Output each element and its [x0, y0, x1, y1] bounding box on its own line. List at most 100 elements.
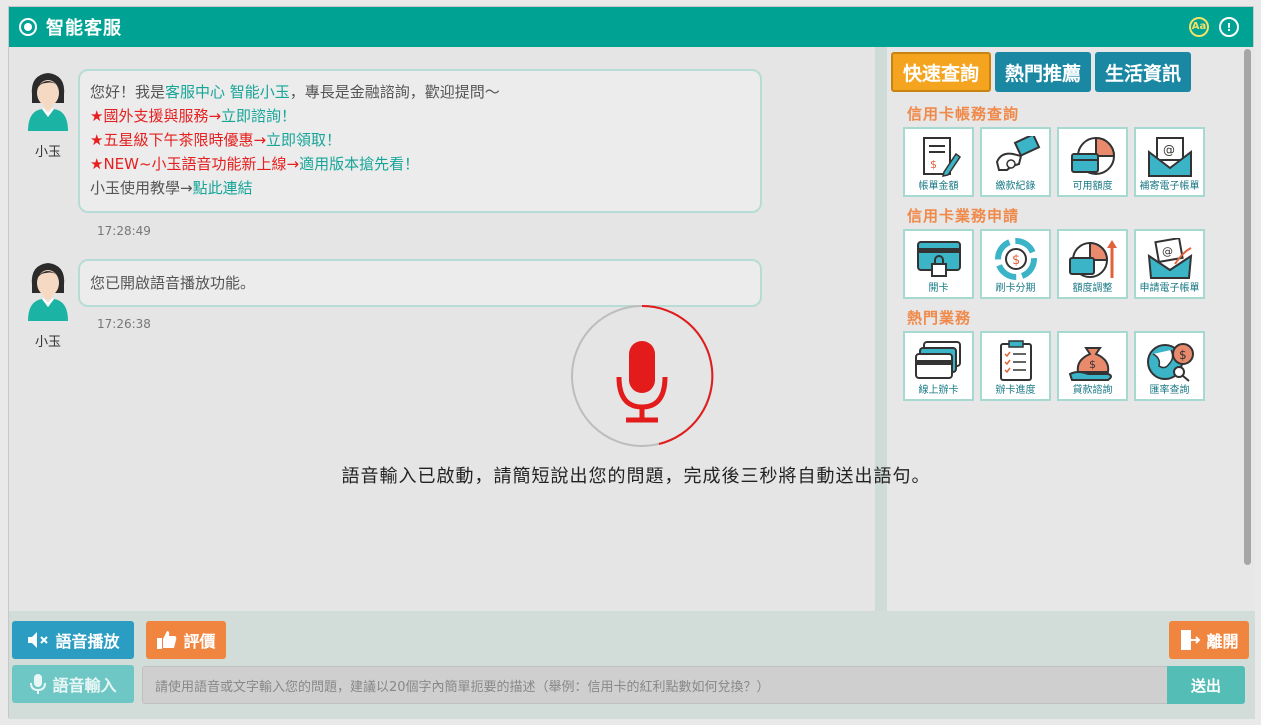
- message-bubble: 您好！我是客服中心 智能小玉，專長是金融諮詢，歡迎提問～ ★國外支援與服務→立即…: [78, 69, 762, 213]
- microphone-icon: [571, 304, 714, 447]
- card-lock-icon: [916, 241, 961, 277]
- svg-text:$: $: [1179, 348, 1187, 362]
- avatar-icon: [28, 73, 68, 131]
- voice-play-button[interactable]: 語音播放: [12, 621, 134, 659]
- svg-text:$: $: [1089, 358, 1096, 371]
- tile-label: 刷卡分期: [995, 283, 1036, 294]
- tile-label: 補寄電子帳單: [1139, 181, 1200, 192]
- promo-link[interactable]: 立即諮詢！: [221, 107, 296, 125]
- svg-text:@: @: [1163, 143, 1175, 157]
- promo-arrow: →: [208, 107, 222, 125]
- installment-icon: $: [994, 238, 1037, 280]
- promo-text: ★五星級下午茶限時優惠: [90, 131, 254, 149]
- bot-avatar: 小玉: [23, 259, 73, 350]
- promo-link[interactable]: 適用版本搶先看！: [299, 155, 419, 173]
- tile-label: 帳單金額: [918, 181, 959, 192]
- tile-label: 可用額度: [1072, 181, 1113, 192]
- email-icon: @: [1147, 137, 1192, 177]
- leave-button[interactable]: 離開: [1169, 621, 1249, 659]
- tile-label: 開卡: [928, 283, 949, 294]
- tile-label: 線上辦卡: [918, 385, 959, 396]
- tile-available-credit[interactable]: 可用額度: [1057, 127, 1128, 197]
- tile-grid: 線上辦卡 辦卡進度 $ 貸款諮詢 $ 匯率查詢: [903, 331, 1205, 401]
- section-title: 信用卡帳務查詢: [907, 105, 1020, 123]
- voice-input-label: 語音輸入: [52, 676, 117, 695]
- thumbs-up-icon: [156, 630, 178, 650]
- avatar-icon: [28, 263, 68, 321]
- svg-text:$: $: [1012, 253, 1020, 268]
- tile-label: 辦卡進度: [995, 385, 1036, 396]
- tile-label: 額度調整: [1072, 283, 1113, 294]
- record-icon: [19, 18, 37, 36]
- chat-area: 小玉 您好！我是客服中心 智能小玉，專長是金融諮詢，歡迎提問～ ★國外支援與服務…: [9, 47, 875, 611]
- promo-link[interactable]: 立即領取！: [266, 131, 341, 149]
- tile-label: 貸款諮詢: [1072, 385, 1113, 396]
- tutorial-line: 小玉使用教學→點此連結: [90, 176, 750, 200]
- chat-message: 小玉 您好！我是客服中心 智能小玉，專長是金融諮詢，歡迎提問～ ★國外支援與服務…: [23, 69, 762, 213]
- greeting-line: 您好！我是客服中心 智能小玉，專長是金融諮詢，歡迎提問～: [90, 80, 750, 104]
- tile-label: 繳款紀錄: [995, 181, 1036, 192]
- quick-tabs: 快速查詢 熱門推薦 生活資訊: [891, 52, 1192, 92]
- credit-pie-icon: [1070, 136, 1115, 175]
- bottom-bar: 語音播放 評價 離開 語音輸入 請使用語音或文字輸入您的問題，建議以20個字內簡…: [9, 611, 1255, 719]
- section-title: 信用卡業務申請: [907, 207, 1020, 225]
- svg-text:$: $: [930, 158, 937, 171]
- promo-line: ★五星級下午茶限時優惠→立即領取！: [90, 128, 750, 152]
- cards-icon: [914, 341, 961, 379]
- tab-quick-search[interactable]: 快速查詢: [891, 52, 992, 92]
- limit-up-icon: [1068, 240, 1117, 278]
- tile-activate-card[interactable]: 開卡: [903, 229, 974, 299]
- tile-installment[interactable]: $ 刷卡分期: [980, 229, 1051, 299]
- promo-text: ★NEW~小玉語音功能新上線: [90, 155, 287, 173]
- bot-name: 小玉: [34, 145, 61, 160]
- tile-limit-adjust[interactable]: 額度調整: [1057, 229, 1128, 299]
- info-icon[interactable]: !: [1219, 17, 1239, 37]
- bot-identity: 客服中心 智能小玉: [165, 83, 290, 101]
- message-timestamp: 17:26:38: [97, 317, 151, 331]
- tab-hot-recommend[interactable]: 熱門推薦: [995, 52, 1092, 92]
- bill-icon: $: [922, 137, 961, 177]
- question-input[interactable]: 請使用語音或文字輸入您的問題，建議以20個字內簡單扼要的描述（舉例：信用卡的紅利…: [142, 666, 1168, 704]
- bot-avatar: 小玉: [23, 69, 73, 213]
- tile-card-progress[interactable]: 辦卡進度: [980, 331, 1051, 401]
- rate-button[interactable]: 評價: [146, 621, 226, 659]
- clipboard-icon: [999, 340, 1032, 381]
- promo-arrow: →: [286, 155, 300, 173]
- chat-window: 智能客服 Aa ! 小玉 您好！我是客服中心 智能小玉，專長是金融諮詢，歡迎提問…: [8, 6, 1255, 719]
- voice-play-label: 語音播放: [55, 632, 120, 651]
- voice-input-button[interactable]: 語音輸入: [12, 665, 134, 703]
- tile-payment-record[interactable]: 繳款紀錄: [980, 127, 1051, 197]
- tutorial-link[interactable]: 點此連結: [193, 179, 253, 197]
- leave-label: 離開: [1206, 632, 1239, 651]
- tile-bill-amount[interactable]: $ 帳單金額: [903, 127, 974, 197]
- tile-online-card[interactable]: 線上辦卡: [903, 331, 974, 401]
- tile-apply-ebill[interactable]: @ 申請電子帳單: [1134, 229, 1205, 299]
- tile-label: 申請電子帳單: [1139, 283, 1200, 294]
- tile-grid: $ 帳單金額 繳款紀錄 可用額度 @ 補寄電子帳單: [903, 127, 1205, 197]
- speaker-mute-icon: [26, 631, 50, 649]
- title-icons: Aa !: [1189, 17, 1239, 37]
- microphone-small-icon: [29, 673, 47, 695]
- voice-status-text: 語音輸入已啟動，請簡短說出您的問題，完成後三秒將自動送出語句。: [341, 466, 931, 487]
- svg-text:@: @: [1162, 245, 1173, 258]
- window-title: 智能客服: [46, 18, 122, 39]
- tile-grid: 開卡 $ 刷卡分期 額度調整 @ 申請電子帳單: [903, 229, 1205, 299]
- payment-hand-icon: [995, 136, 1040, 171]
- tile-resend-ebill[interactable]: @ 補寄電子帳單: [1134, 127, 1205, 197]
- promo-arrow: →: [253, 131, 267, 149]
- tab-life-info[interactable]: 生活資訊: [1095, 52, 1192, 92]
- title-bar: 智能客服 Aa !: [9, 7, 1253, 47]
- tile-exchange-rate[interactable]: $ 匯率查詢: [1134, 331, 1205, 401]
- tutorial-text: 小玉使用教學→: [90, 179, 193, 197]
- section-title: 熱門業務: [907, 309, 972, 327]
- voice-recording-indicator[interactable]: [569, 303, 715, 449]
- font-size-icon[interactable]: Aa: [1189, 17, 1209, 37]
- send-button[interactable]: 送出: [1167, 666, 1245, 704]
- message-timestamp: 17:28:49: [97, 224, 151, 238]
- rate-label: 評價: [183, 632, 216, 651]
- globe-dollar-icon: $: [1146, 343, 1194, 382]
- tile-loan-consult[interactable]: $ 貸款諮詢: [1057, 331, 1128, 401]
- bot-name: 小玉: [34, 335, 61, 350]
- tile-label: 匯率查詢: [1149, 385, 1190, 396]
- panel-divider: [875, 47, 887, 611]
